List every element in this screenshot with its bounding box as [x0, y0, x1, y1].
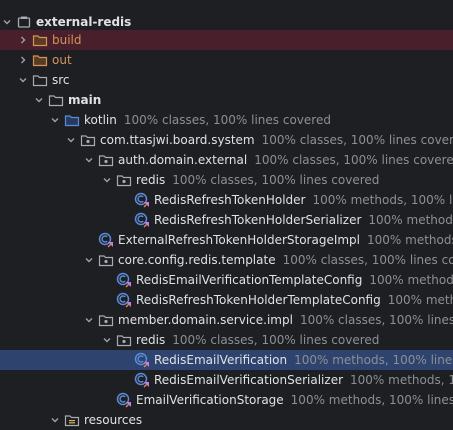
coverage-stats: 100% methods, 100% lines c: [312, 193, 453, 207]
kotlin-class-icon: [134, 212, 150, 228]
folder-orange-icon: [32, 52, 48, 68]
coverage-stats: 100% methods, 100% lines covere: [290, 393, 453, 407]
kotlin-class-icon: [134, 352, 150, 368]
coverage-stats: 100% classes, 100% lines cove: [299, 313, 453, 327]
tree-item-label: main: [68, 93, 102, 107]
tree-row-externalrefreshtokenholderstorageimpl[interactable]: ExternalRefreshTokenHolderStorageImpl 100…: [0, 230, 453, 250]
kotlin-class-icon: [116, 272, 132, 288]
chevron-down-icon[interactable]: [16, 70, 30, 90]
tree-row-resources[interactable]: resources: [0, 410, 453, 430]
chevron-down-icon[interactable]: [48, 110, 62, 130]
chevron-down-icon[interactable]: [100, 170, 114, 190]
coverage-stats: 100% methods, 100% l: [367, 233, 453, 247]
tree-row-out[interactable]: out: [0, 50, 453, 70]
kotlin-class-icon: [116, 392, 132, 408]
tree-item-label: auth.domain.external: [118, 153, 248, 167]
tree-item-label: RedisEmailVerificationTemplateConfig: [136, 273, 363, 287]
folder-orange-icon: [32, 32, 48, 48]
tree-row-emailverificationstorage[interactable]: EmailVerificationStorage 100% methods, 10…: [0, 390, 453, 410]
tree-item-label: member.domain.service.impl: [118, 313, 293, 327]
kotlin-class-icon: [134, 372, 150, 388]
coverage-stats: 100% methods, 100% l: [387, 293, 453, 307]
coverage-stats: 100% classes, 100% lines covered: [172, 173, 380, 187]
tree-row-external-redis[interactable]: external-redis: [0, 12, 453, 32]
coverage-stats: 100% classes, 100% lines covered: [254, 153, 453, 167]
chevron-right-icon[interactable]: [16, 30, 30, 50]
tree-item-label: redis: [136, 333, 166, 347]
tree-row-src[interactable]: src: [0, 70, 453, 90]
coverage-stats: 100% methods, 100% lines cove: [294, 353, 453, 367]
kotlin-class-icon: [98, 232, 114, 248]
chevron-down-icon[interactable]: [82, 250, 96, 270]
package-icon: [98, 152, 114, 168]
tree-row-auth-domain-external[interactable]: auth.domain.external 100% classes, 100% l…: [0, 150, 453, 170]
chevron-down-icon[interactable]: [82, 310, 96, 330]
tree-row-redisrefreshtokenholder[interactable]: RedisRefreshTokenHolder 100% methods, 100…: [0, 190, 453, 210]
chevron-down-icon[interactable]: [82, 150, 96, 170]
tree-row-redisemailverificationtemplateconfig[interactable]: RedisEmailVerificationTemplateConfig 100%…: [0, 270, 453, 290]
tree-row-redisemailverificationserializer[interactable]: RedisEmailVerificationSerializer 100% met…: [0, 370, 453, 390]
chevron-right-icon[interactable]: [16, 50, 30, 70]
tree-item-label: core.config.redis.template: [118, 253, 276, 267]
coverage-stats: 100% classes, 100% lines covered: [261, 133, 453, 147]
tree-row-redisrefreshtokenholdertemplateconfig[interactable]: RedisRefreshTokenHolderTemplateConfig 100…: [0, 290, 453, 310]
tree-item-label: RedisRefreshTokenHolderTemplateConfig: [136, 293, 381, 307]
chevron-down-icon[interactable]: [0, 12, 14, 32]
tree-item-label: resources: [84, 413, 143, 427]
tree-item-label: RedisEmailVerificationSerializer: [154, 373, 344, 387]
tree-item-label: EmailVerificationStorage: [136, 393, 284, 407]
source-root-icon: [64, 112, 80, 128]
coverage-stats: 100% methods, 100% l: [368, 213, 453, 227]
tree-item-label: build: [52, 33, 82, 47]
tree-item-label: ExternalRefreshTokenHolderStorageImpl: [118, 233, 361, 247]
tree-row-redis[interactable]: redis 100% classes, 100% lines covered: [0, 170, 453, 190]
tree-item-label: com.ttasjwi.board.system: [100, 133, 255, 147]
tree-item-label: external-redis: [36, 15, 132, 29]
chevron-down-icon[interactable]: [64, 130, 78, 150]
folder-icon: [48, 92, 64, 108]
coverage-stats: 100% classes, 100% lines covered: [123, 113, 331, 127]
tree-row-com-ttasjwi-board-system[interactable]: com.ttasjwi.board.system 100% classes, 10…: [0, 130, 453, 150]
module-icon: [16, 14, 32, 30]
chevron-down-icon[interactable]: [100, 330, 114, 350]
chevron-down-icon[interactable]: [32, 90, 46, 110]
kotlin-class-icon: [134, 192, 150, 208]
package-icon: [98, 252, 114, 268]
tree-item-label: kotlin: [84, 113, 117, 127]
coverage-stats: 100% methods, 100% li: [350, 373, 453, 387]
tree-item-label: src: [52, 73, 70, 87]
tree-item-label: out: [52, 53, 72, 67]
coverage-stats: 100% methods, 100% li: [369, 273, 453, 287]
package-icon: [116, 172, 132, 188]
tree-row-redisemailverification[interactable]: RedisEmailVerification 100% methods, 100%…: [0, 350, 453, 370]
tree-row-member-domain-service-impl[interactable]: member.domain.service.impl 100% classes, …: [0, 310, 453, 330]
package-icon: [98, 312, 114, 328]
tree-item-label: RedisEmailVerification: [154, 353, 288, 367]
kotlin-class-icon: [116, 292, 132, 308]
tree-row-redisrefreshtokenholderserializer[interactable]: RedisRefreshTokenHolderSerializer 100% me…: [0, 210, 453, 230]
folder-icon: [32, 72, 48, 88]
tree-item-label: RedisRefreshTokenHolder: [154, 193, 306, 207]
tree-row-build[interactable]: build: [0, 30, 453, 50]
tree-item-label: redis: [136, 173, 166, 187]
package-icon: [116, 332, 132, 348]
chevron-down-icon[interactable]: [48, 410, 62, 430]
tree-item-label: RedisRefreshTokenHolderSerializer: [154, 213, 362, 227]
tree-row-main[interactable]: main: [0, 90, 453, 110]
coverage-stats: 100% classes, 100% lines covered: [172, 333, 380, 347]
tree-row-redis[interactable]: redis 100% classes, 100% lines covered: [0, 330, 453, 350]
tree-row-core-config-redis-template[interactable]: core.config.redis.template 100% classes, …: [0, 250, 453, 270]
coverage-stats: 100% classes, 100% lines covered: [282, 253, 453, 267]
package-icon: [80, 132, 96, 148]
tree-row-kotlin[interactable]: kotlin 100% classes, 100% lines covered: [0, 110, 453, 130]
